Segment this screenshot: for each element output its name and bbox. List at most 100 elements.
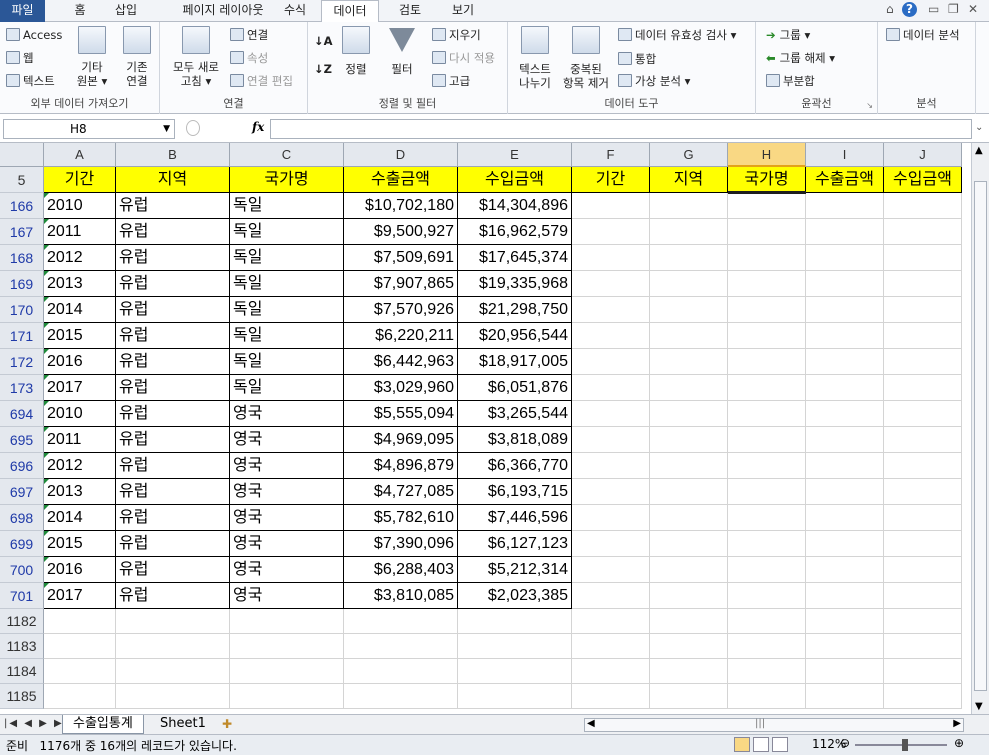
column-header[interactable]: E [458,143,572,167]
tab-file[interactable]: 파일 [0,0,45,22]
row-header[interactable]: 171 [0,323,44,349]
sheet-tab-1[interactable]: 수출입통계 [62,715,144,734]
empty-cell[interactable] [44,634,116,659]
row-header[interactable]: 698 [0,505,44,531]
empty-cell[interactable] [884,375,962,401]
formula-input[interactable] [270,119,972,139]
data-cell[interactable]: $5,782,610 [344,505,458,531]
data-cell[interactable]: $18,917,005 [458,349,572,375]
advanced-filter-button[interactable]: 고급 [432,74,470,88]
row-header[interactable]: 1182 [0,609,44,634]
empty-cell[interactable] [572,505,650,531]
empty-cell[interactable] [806,684,884,709]
data-cell[interactable]: 유럽 [116,245,230,271]
empty-cell[interactable] [884,609,962,634]
zoom-in-icon[interactable]: ⊕ [954,736,964,750]
data-cell[interactable]: 2012 [44,453,116,479]
empty-cell[interactable] [230,684,344,709]
empty-cell[interactable] [650,245,728,271]
empty-cell[interactable] [650,271,728,297]
empty-cell[interactable] [884,349,962,375]
empty-cell[interactable] [806,531,884,557]
empty-cell[interactable] [572,297,650,323]
data-cell[interactable]: 영국 [230,505,344,531]
existing-connections-button[interactable]: 기존 연결 [118,26,156,96]
properties-button[interactable]: 속성 [230,51,268,65]
data-cell[interactable]: 독일 [230,245,344,271]
empty-cell[interactable] [806,479,884,505]
empty-cell[interactable] [572,427,650,453]
data-cell[interactable]: 영국 [230,453,344,479]
header-cell[interactable]: 국가명 [230,167,344,193]
connections-button[interactable]: 연결 [230,28,268,42]
empty-cell[interactable] [806,219,884,245]
empty-cell[interactable] [572,349,650,375]
row-header[interactable]: 173 [0,375,44,401]
data-cell[interactable]: $4,969,095 [344,427,458,453]
empty-cell[interactable] [650,583,728,609]
data-cell[interactable]: $7,907,865 [344,271,458,297]
empty-cell[interactable] [806,193,884,219]
tab-review[interactable]: 검토 [385,0,435,22]
data-cell[interactable]: 유럽 [116,479,230,505]
data-cell[interactable]: 유럽 [116,349,230,375]
empty-cell[interactable] [572,193,650,219]
empty-cell[interactable] [806,245,884,271]
minimize-ribbon-icon[interactable]: ⌂ [886,2,894,16]
empty-cell[interactable] [650,453,728,479]
row-header[interactable]: 170 [0,297,44,323]
empty-cell[interactable] [728,634,806,659]
help-icon[interactable]: ? [902,2,917,17]
data-cell[interactable]: 유럽 [116,297,230,323]
data-cell[interactable]: $20,956,544 [458,323,572,349]
row-header[interactable]: 697 [0,479,44,505]
data-cell[interactable]: $17,645,374 [458,245,572,271]
empty-cell[interactable] [728,479,806,505]
empty-cell[interactable] [806,349,884,375]
row-header[interactable]: 1185 [0,684,44,709]
empty-cell[interactable] [650,219,728,245]
page-break-view-button[interactable] [772,737,788,752]
empty-cell[interactable] [650,193,728,219]
empty-cell[interactable] [806,271,884,297]
empty-cell[interactable] [728,219,806,245]
column-header[interactable]: J [884,143,962,167]
vertical-scrollbar[interactable]: ▲ ▼ [971,143,989,714]
scroll-left-icon[interactable]: ◀ [587,718,595,729]
ungroup-button[interactable]: ⬅ 그룹 해제 ▾ [766,51,835,65]
empty-cell[interactable] [650,634,728,659]
worksheet-grid[interactable]: A B C D E F G H I J 5 기간 지역 국가명 수출금액 수입금액 기간 지역 국가명 수출금액 수입금… [0,143,971,714]
empty-cell[interactable] [728,375,806,401]
empty-cell[interactable] [650,531,728,557]
data-cell[interactable]: 2011 [44,219,116,245]
column-header[interactable]: F [572,143,650,167]
insert-sheet-icon[interactable]: ✚ [222,717,232,731]
data-cell[interactable]: $7,446,596 [458,505,572,531]
tab-page-layout[interactable]: 페이지 레이아웃 [158,0,288,22]
horizontal-scrollbar[interactable]: ◀ ||| ▶ [584,718,964,732]
data-cell[interactable]: 유럽 [116,583,230,609]
page-layout-view-button[interactable] [753,737,769,752]
data-cell[interactable]: 유럽 [116,323,230,349]
zoom-slider-thumb[interactable] [902,739,908,751]
window-close-icon[interactable]: ✕ [968,2,978,16]
consolidate-button[interactable]: 통합 [618,52,656,66]
empty-cell[interactable] [884,427,962,453]
from-access-button[interactable]: Access [6,28,62,42]
empty-cell[interactable] [458,609,572,634]
data-analysis-button[interactable]: 데이터 분석 [886,28,960,42]
empty-cell[interactable] [884,453,962,479]
data-cell[interactable]: 영국 [230,557,344,583]
row-header[interactable]: 695 [0,427,44,453]
empty-cell[interactable] [806,297,884,323]
data-cell[interactable]: 2010 [44,401,116,427]
scroll-down-icon[interactable]: ▼ [975,701,983,712]
data-cell[interactable]: $4,727,085 [344,479,458,505]
data-cell[interactable]: 2014 [44,505,116,531]
sort-descending-button[interactable]: ↓Z [314,62,332,76]
column-header[interactable]: B [116,143,230,167]
data-cell[interactable]: 2017 [44,583,116,609]
tab-data[interactable]: 데이터 [321,0,379,23]
column-header[interactable]: A [44,143,116,167]
zoom-slider[interactable] [855,744,947,746]
